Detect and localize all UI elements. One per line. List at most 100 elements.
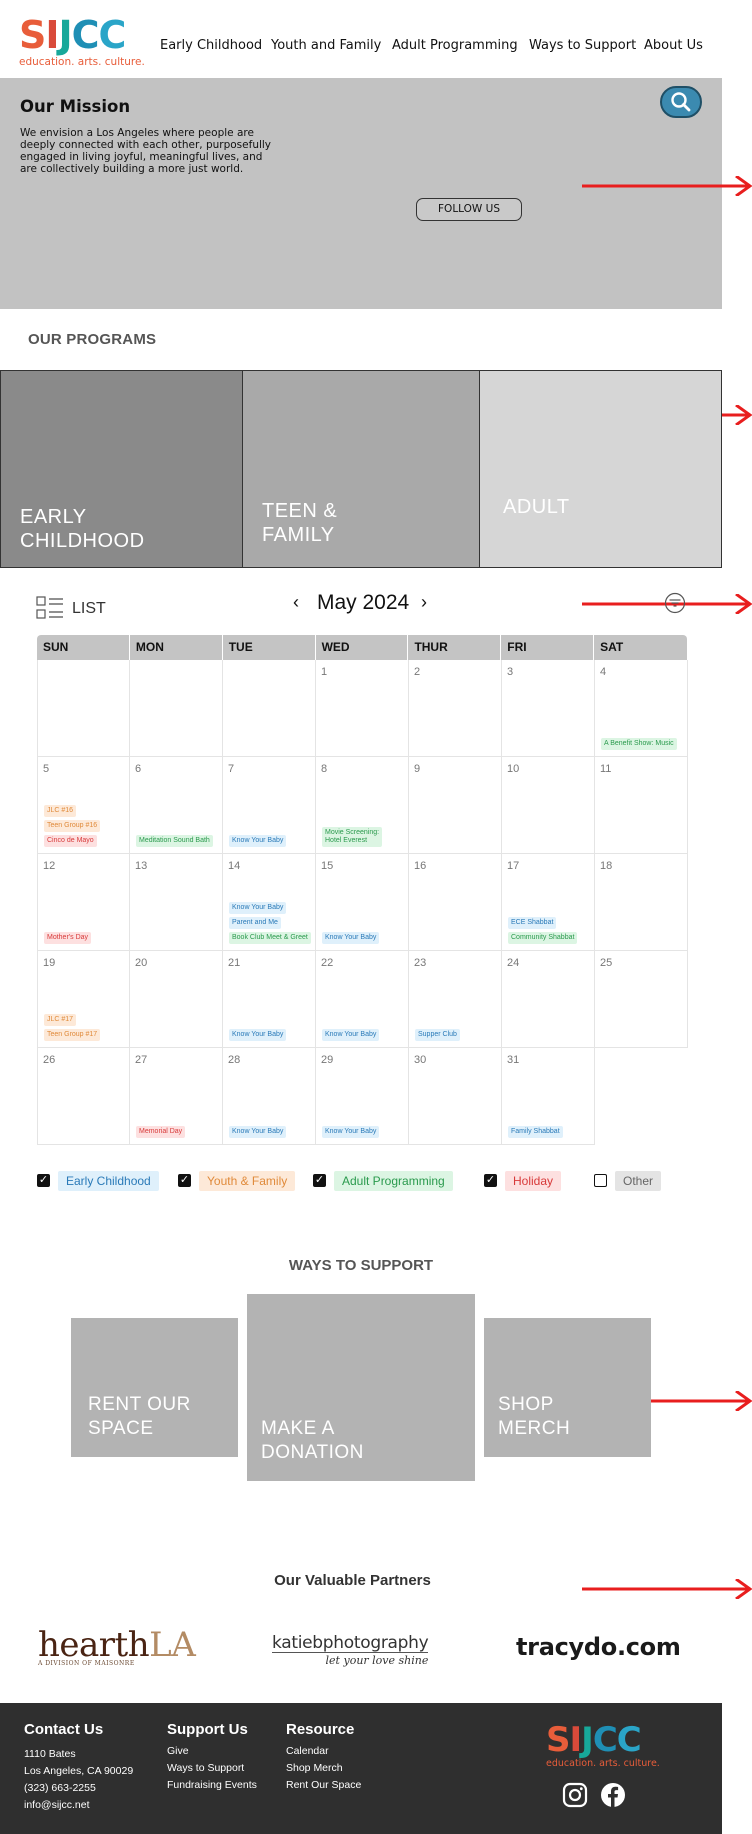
footer-link-calendar[interactable]: Calendar <box>286 1745 329 1757</box>
calendar-day-cell[interactable]: 15 Know Your Baby <box>316 854 409 951</box>
filter-icon[interactable] <box>664 592 686 614</box>
calendar-event[interactable]: Know Your Baby <box>229 902 287 914</box>
calendar-day-cell[interactable]: 17 ECE Shabbat Community Shabbat <box>502 854 595 951</box>
calendar-event[interactable]: A Benefit Show: Music <box>601 738 677 750</box>
support-rent-space[interactable]: RENT OUR SPACE <box>71 1318 238 1457</box>
calendar-event[interactable]: JLC #17 <box>44 1014 77 1026</box>
partner-logo-tracydo[interactable]: tracydo.com <box>516 1633 681 1661</box>
calendar-event[interactable]: Teen Group #17 <box>44 1029 101 1041</box>
footer-phone[interactable]: (323) 663-2255 <box>24 1782 96 1794</box>
legend-checkbox[interactable]: ✓ <box>37 1174 50 1187</box>
calendar-event[interactable]: Know Your Baby <box>229 835 287 847</box>
calendar-day-cell[interactable]: 2 <box>409 660 502 757</box>
program-adult[interactable]: ADULT <box>479 370 722 568</box>
calendar-event[interactable]: Meditation Sound Bath <box>136 835 213 847</box>
calendar-event[interactable]: Family Shabbat <box>508 1126 563 1138</box>
calendar-day-cell[interactable] <box>130 660 223 757</box>
calendar-day-cell[interactable]: 19 JLC #17 Teen Group #17 <box>37 951 130 1048</box>
calendar-day-cell[interactable]: 13 <box>130 854 223 951</box>
calendar-event[interactable]: Book Club Meet & Greet <box>229 932 311 944</box>
calendar-day-cell[interactable]: 22 Know Your Baby <box>316 951 409 1048</box>
calendar-event[interactable]: Know Your Baby <box>229 1029 287 1041</box>
nav-early-childhood[interactable]: Early Childhood <box>160 38 262 53</box>
calendar-day-cell[interactable]: 8 Movie Screening: Hotel Everest <box>316 757 409 854</box>
calendar-day-cell[interactable]: 20 <box>130 951 223 1048</box>
calendar-day-cell[interactable]: 23 Supper Club <box>409 951 502 1048</box>
list-view-label[interactable]: LIST <box>72 600 106 618</box>
calendar-event[interactable]: Memorial Day <box>136 1126 186 1138</box>
footer-link-fundraising[interactable]: Fundraising Events <box>167 1779 257 1791</box>
calendar-day-cell[interactable]: 9 <box>409 757 502 854</box>
calendar-event[interactable]: Know Your Baby <box>322 1029 380 1041</box>
calendar-event[interactable]: JLC #16 <box>44 805 77 817</box>
calendar-day-cell[interactable]: 31 Family Shabbat <box>502 1048 595 1145</box>
next-month-button[interactable]: › <box>421 592 427 613</box>
calendar-day-cell[interactable]: 12 Mother's Day <box>37 854 130 951</box>
instagram-icon[interactable] <box>562 1782 588 1808</box>
calendar-day-cell[interactable]: 16 <box>409 854 502 951</box>
program-early-childhood[interactable]: EARLY CHILDHOOD <box>0 370 243 568</box>
legend-checkbox[interactable]: ✓ <box>178 1174 191 1187</box>
footer-link-ways-to-support[interactable]: Ways to Support <box>167 1762 244 1774</box>
calendar-day-cell[interactable]: 27 Memorial Day <box>130 1048 223 1145</box>
calendar-day-cell[interactable]: 26 <box>37 1048 130 1145</box>
calendar-day-cell[interactable]: 7 Know Your Baby <box>223 757 316 854</box>
footer-link-shop-merch[interactable]: Shop Merch <box>286 1762 343 1774</box>
footer-link-rent-space[interactable]: Rent Our Space <box>286 1779 361 1791</box>
calendar-day-cell[interactable]: 1 <box>316 660 409 757</box>
legend-checkbox[interactable] <box>594 1174 607 1187</box>
calendar-day-cell[interactable]: 14 Know Your Baby Parent and Me Book Club M… <box>223 854 316 951</box>
calendar-day-cell[interactable]: 4 A Benefit Show: Music <box>595 660 688 757</box>
calendar-event[interactable]: ECE Shabbat <box>508 917 557 929</box>
calendar-day-cell[interactable]: 21 Know Your Baby <box>223 951 316 1048</box>
partner-logo-katiebphotography[interactable]: katiebphotography let your love shine <box>272 1634 429 1667</box>
calendar-day-cell[interactable]: 25 <box>595 951 688 1048</box>
calendar-event[interactable]: Know Your Baby <box>322 932 380 944</box>
prev-month-button[interactable]: ‹ <box>293 592 299 613</box>
calendar-day-cell[interactable]: 30 <box>409 1048 502 1145</box>
calendar-event[interactable]: Parent and Me <box>229 917 281 929</box>
footer-logo[interactable]: SIJCC education. arts. culture. <box>546 1723 660 1769</box>
calendar-day-cell[interactable]: 3 <box>502 660 595 757</box>
calendar-day-cell[interactable] <box>37 660 130 757</box>
calendar-day-cell[interactable]: 24 <box>502 951 595 1048</box>
calendar-event[interactable]: Cinco de Mayo <box>44 835 97 847</box>
nav-adult-programming[interactable]: Adult Programming <box>392 38 518 53</box>
calendar-event[interactable]: Know Your Baby <box>229 1126 287 1138</box>
partner-logo-hearthla[interactable]: hearthLA A DIVISION OF MAISONRE <box>38 1628 196 1667</box>
calendar-event[interactable]: Teen Group #16 <box>44 820 101 832</box>
calendar-event[interactable]: Know Your Baby <box>322 1126 380 1138</box>
calendar-day-cell[interactable]: 29 Know Your Baby <box>316 1048 409 1145</box>
calendar-event[interactable]: Community Shabbat <box>508 932 578 944</box>
calendar-day-cell[interactable]: 18 <box>595 854 688 951</box>
facebook-icon[interactable] <box>600 1782 626 1808</box>
calendar-day-cell[interactable]: 10 <box>502 757 595 854</box>
calendar-day-cell[interactable]: 6 Meditation Sound Bath <box>130 757 223 854</box>
follow-us-button[interactable]: FOLLOW US <box>416 198 522 221</box>
search-button[interactable] <box>660 86 702 118</box>
legend-checkbox[interactable]: ✓ <box>313 1174 326 1187</box>
support-shop-merch[interactable]: SHOP MERCH <box>484 1318 651 1457</box>
legend-checkbox[interactable]: ✓ <box>484 1174 497 1187</box>
program-teen-family[interactable]: TEEN & FAMILY <box>242 370 480 568</box>
footer-email[interactable]: info@sijcc.net <box>24 1799 90 1811</box>
calendar-day-cell[interactable]: 28 Know Your Baby <box>223 1048 316 1145</box>
calendar-day-cell[interactable]: 5 JLC #16 Teen Group #16 Cinco de Mayo <box>37 757 130 854</box>
nav-ways-to-support[interactable]: Ways to Support <box>529 38 636 53</box>
legend-holiday[interactable]: ✓ Holiday <box>484 1170 562 1191</box>
nav-about-us[interactable]: About Us <box>644 38 703 53</box>
legend-adult-programming[interactable]: ✓ Adult Programming <box>313 1170 453 1191</box>
legend-early-childhood[interactable]: ✓ Early Childhood <box>37 1170 159 1191</box>
calendar-event[interactable]: Supper Club <box>415 1029 460 1041</box>
calendar-day-cell[interactable] <box>223 660 316 757</box>
site-logo[interactable]: SIJCC education. arts. culture. <box>19 16 145 68</box>
legend-youth-family[interactable]: ✓ Youth & Family <box>178 1170 296 1191</box>
calendar-event[interactable]: Movie Screening: Hotel Everest <box>322 827 383 847</box>
calendar-event[interactable]: Mother's Day <box>44 932 92 944</box>
nav-youth-and-family[interactable]: Youth and Family <box>271 38 381 53</box>
legend-other[interactable]: Other <box>594 1170 662 1191</box>
list-view-toggle[interactable] <box>36 596 64 625</box>
support-make-donation[interactable]: MAKE A DONATION <box>247 1294 475 1481</box>
footer-link-give[interactable]: Give <box>167 1745 189 1757</box>
calendar-day-cell[interactable]: 11 <box>595 757 688 854</box>
